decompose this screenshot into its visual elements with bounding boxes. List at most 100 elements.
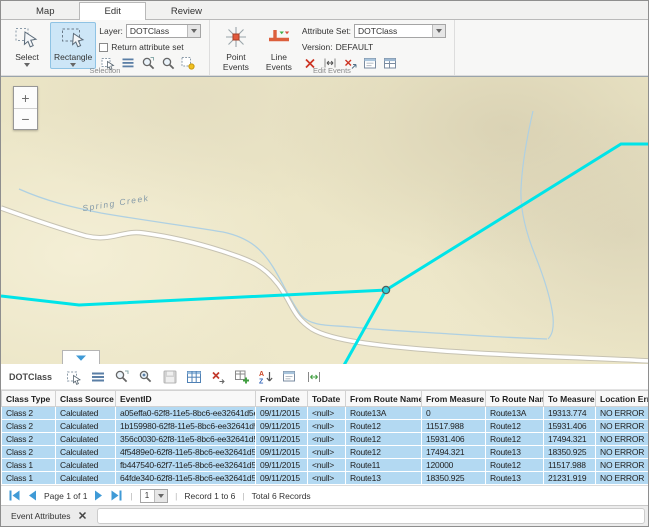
- table-cell[interactable]: <null>: [308, 459, 346, 472]
- route-event-northeast[interactable]: [386, 144, 648, 290]
- return-attribute-set-checkbox[interactable]: [99, 43, 108, 52]
- tab-review[interactable]: Review: [146, 2, 227, 19]
- table-cell[interactable]: <null>: [308, 446, 346, 459]
- column-header[interactable]: From Measure: [422, 391, 486, 407]
- table-cell[interactable]: Route13: [346, 472, 422, 485]
- pan-to-record-icon[interactable]: [136, 368, 155, 386]
- column-header[interactable]: ToDate: [308, 391, 346, 407]
- table-cell[interactable]: Route12: [486, 433, 544, 446]
- column-header[interactable]: To Measure: [544, 391, 596, 407]
- table-cell[interactable]: <null>: [308, 420, 346, 433]
- table-cell[interactable]: Class 2: [2, 407, 56, 420]
- table-cell[interactable]: Route13: [486, 446, 544, 459]
- fit-columns-icon[interactable]: [304, 368, 323, 386]
- chevron-down-icon[interactable]: [432, 25, 445, 37]
- table-cell[interactable]: 09/11/2015: [256, 472, 308, 485]
- collapse-panel-button[interactable]: [62, 350, 100, 364]
- page-select-dropdown[interactable]: 1: [140, 489, 168, 503]
- table-cell[interactable]: Route13: [486, 472, 544, 485]
- table-cell[interactable]: NO ERROR: [596, 472, 649, 485]
- table-row[interactable]: Class 2Calculateda05effa0-62f8-11e5-8bc6…: [2, 407, 649, 420]
- route-junction-marker[interactable]: [382, 286, 389, 293]
- table-cell[interactable]: 0: [422, 407, 486, 420]
- zoom-in-button[interactable]: +: [14, 87, 37, 108]
- table-cell[interactable]: 1b159980-62f8-11e5-8bc6-ee32641d5ec9: [116, 420, 256, 433]
- table-cell[interactable]: 64fde340-62f8-11e5-8bc6-ee32641d5ec9: [116, 472, 256, 485]
- table-row[interactable]: Class 2Calculated356c0030-62f8-11e5-8bc6…: [2, 433, 649, 446]
- selection-menu-icon[interactable]: [88, 368, 107, 386]
- first-page-icon[interactable]: [8, 489, 21, 502]
- chevron-down-icon[interactable]: [154, 490, 167, 502]
- table-cell[interactable]: 09/11/2015: [256, 433, 308, 446]
- table-cell[interactable]: 09/11/2015: [256, 459, 308, 472]
- table-cell[interactable]: Class 2: [2, 420, 56, 433]
- table-cell[interactable]: <null>: [308, 407, 346, 420]
- table-cell[interactable]: a05effa0-62f8-11e5-8bc6-ee32641d5ec9: [116, 407, 256, 420]
- table-cell[interactable]: Route12: [346, 420, 422, 433]
- last-page-icon[interactable]: [110, 489, 123, 502]
- table-cell[interactable]: 09/11/2015: [256, 420, 308, 433]
- table-cell[interactable]: fb447540-62f7-11e5-8bc6-ee32641d5ec9: [116, 459, 256, 472]
- table-cell[interactable]: Route12: [486, 459, 544, 472]
- table-cell[interactable]: 120000: [422, 459, 486, 472]
- next-page-icon[interactable]: [92, 489, 105, 502]
- table-cell[interactable]: 17494.321: [544, 433, 596, 446]
- table-cell[interactable]: Class 2: [2, 433, 56, 446]
- table-cell[interactable]: Class 1: [2, 459, 56, 472]
- table-cell[interactable]: <null>: [308, 433, 346, 446]
- column-header[interactable]: Location Error: [596, 391, 649, 407]
- tab-map[interactable]: Map: [11, 2, 79, 19]
- column-header[interactable]: Class Type: [2, 391, 56, 407]
- zoom-to-record-icon[interactable]: [112, 368, 131, 386]
- table-cell[interactable]: Calculated: [56, 420, 116, 433]
- table-row[interactable]: Class 1Calculatedfb447540-62f7-11e5-8bc6…: [2, 459, 649, 472]
- table-cell[interactable]: 356c0030-62f8-11e5-8bc6-ee32641d5ec9: [116, 433, 256, 446]
- select-tool-button[interactable]: Select: [7, 22, 47, 69]
- delete-record-icon[interactable]: [208, 368, 227, 386]
- table-cell[interactable]: 11517.988: [544, 459, 596, 472]
- table-cell[interactable]: 15931.406: [544, 420, 596, 433]
- tab-event-attributes[interactable]: Event Attributes: [1, 508, 97, 524]
- column-header[interactable]: FromDate: [256, 391, 308, 407]
- rectangle-tool-button[interactable]: Rectangle: [50, 22, 96, 69]
- table-cell[interactable]: 18350.925: [544, 446, 596, 459]
- table-cell[interactable]: Route12: [486, 420, 544, 433]
- table-cell[interactable]: NO ERROR: [596, 459, 649, 472]
- table-row[interactable]: Class 2Calculated4f5489e0-62f8-11e5-8bc6…: [2, 446, 649, 459]
- zoom-out-button[interactable]: −: [14, 108, 37, 129]
- column-header[interactable]: To Route Name: [486, 391, 544, 407]
- table-cell[interactable]: Calculated: [56, 459, 116, 472]
- table-cell[interactable]: 09/11/2015: [256, 407, 308, 420]
- select-tool-icon[interactable]: [64, 368, 83, 386]
- open-table-icon[interactable]: [184, 368, 203, 386]
- table-row[interactable]: Class 2Calculated1b159980-62f8-11e5-8bc6…: [2, 420, 649, 433]
- table-cell[interactable]: Class 2: [2, 446, 56, 459]
- table-cell[interactable]: Calculated: [56, 472, 116, 485]
- table-cell[interactable]: 15931.406: [422, 433, 486, 446]
- table-cell[interactable]: Class 1: [2, 472, 56, 485]
- column-header[interactable]: Class Source: [56, 391, 116, 407]
- table-cell[interactable]: 4f5489e0-62f8-11e5-8bc6-ee32641d5ec9: [116, 446, 256, 459]
- attribute-window-icon[interactable]: [280, 368, 299, 386]
- table-cell[interactable]: 21231.919: [544, 472, 596, 485]
- attribute-set-dropdown[interactable]: DOTClass: [354, 24, 446, 38]
- table-cell[interactable]: NO ERROR: [596, 407, 649, 420]
- sort-records-icon[interactable]: AZ: [256, 368, 275, 386]
- table-cell[interactable]: 18350.925: [422, 472, 486, 485]
- save-edits-icon[interactable]: [160, 368, 179, 386]
- table-cell[interactable]: Route12: [346, 433, 422, 446]
- prev-page-icon[interactable]: [26, 489, 39, 502]
- table-cell[interactable]: Route13A: [346, 407, 422, 420]
- table-cell[interactable]: 09/11/2015: [256, 446, 308, 459]
- table-row[interactable]: Class 1Calculated64fde340-62f8-11e5-8bc6…: [2, 472, 649, 485]
- table-cell[interactable]: NO ERROR: [596, 433, 649, 446]
- column-header[interactable]: EventID: [116, 391, 256, 407]
- map-canvas[interactable]: Spring Creek + −: [1, 76, 648, 364]
- table-cell[interactable]: Route13A: [486, 407, 544, 420]
- table-cell[interactable]: Calculated: [56, 433, 116, 446]
- table-cell[interactable]: Calculated: [56, 407, 116, 420]
- chevron-down-icon[interactable]: [187, 25, 200, 37]
- table-cell[interactable]: <null>: [308, 472, 346, 485]
- close-icon[interactable]: [78, 511, 87, 522]
- table-cell[interactable]: Route11: [346, 459, 422, 472]
